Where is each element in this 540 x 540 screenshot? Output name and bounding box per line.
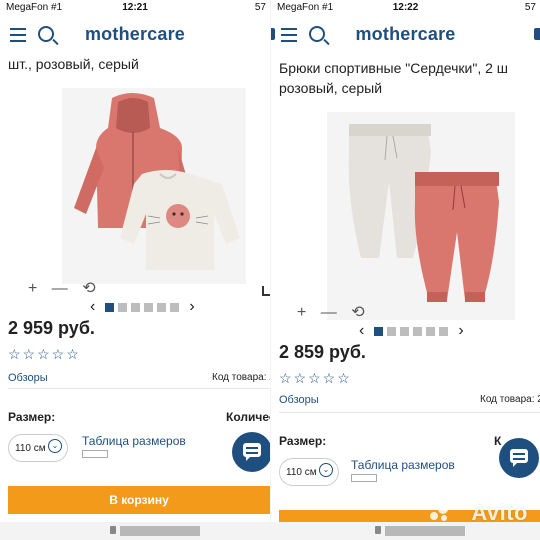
size-label: Размер: (279, 434, 327, 448)
left-screenshot: MegaFon #1 12:21 57 mothercare шт., розо… (0, 0, 270, 540)
status-bar: MegaFon #1 12:21 57 (0, 0, 270, 16)
prev-arrow-icon[interactable]: ‹ (359, 322, 364, 340)
battery-level: 57 (254, 2, 266, 13)
reviews-link[interactable]: Обзоры (8, 372, 48, 384)
status-bar: MegaFon #1 12:22 57 (271, 0, 540, 16)
url-field[interactable] (385, 526, 465, 536)
lock-icon (110, 526, 116, 534)
product-title: шт., розовый, серый (8, 56, 139, 72)
hoodie-set-image (74, 93, 240, 270)
app-header: mothercare (0, 18, 270, 54)
gallery-dot[interactable] (144, 302, 154, 312)
gallery-pager: ‹ › (353, 322, 470, 340)
image-controls: + — ⟲ (297, 302, 375, 322)
size-table-link[interactable]: Таблица размеров (82, 434, 186, 448)
lock-icon (375, 526, 381, 534)
app-header: mothercare (271, 18, 540, 54)
battery-level: 57 (524, 2, 536, 13)
quantity-label: К (494, 434, 502, 448)
clock: 12:22 (392, 2, 419, 13)
image-controls: + — ⟲ (28, 278, 106, 298)
product-photo[interactable] (62, 88, 246, 284)
size-select-value: 110 см (286, 467, 317, 478)
size-table-link[interactable]: Таблица размеров (351, 458, 455, 472)
divider (279, 412, 540, 413)
quantity-label: Количес (226, 410, 270, 424)
price: 2 859 руб. (279, 342, 366, 362)
pants-set-image (348, 124, 499, 302)
right-screenshot: MegaFon #1 12:22 57 mothercare Брюки спо… (271, 0, 540, 540)
chat-icon[interactable] (499, 438, 539, 478)
gallery-dot[interactable] (413, 326, 423, 336)
size-select[interactable]: 110 см ⌄ (279, 458, 339, 486)
divider (8, 388, 270, 389)
rating-stars-icon[interactable]: ☆☆☆☆☆ (8, 346, 81, 363)
gallery-dot[interactable] (105, 302, 115, 312)
rotate-icon[interactable]: ⟲ (351, 304, 364, 321)
brand-logo[interactable]: mothercare (271, 24, 540, 45)
ruler-icon (82, 450, 108, 458)
brand-logo[interactable]: mothercare (0, 24, 270, 45)
product-code: Код товара: 2 (212, 372, 270, 383)
chat-icon[interactable] (232, 432, 270, 472)
avito-watermark: Avito (471, 500, 528, 525)
next-arrow-icon[interactable]: › (189, 298, 194, 316)
zoom-in-icon[interactable]: + (297, 304, 306, 321)
gallery-dot[interactable] (131, 302, 141, 312)
chevron-down-icon: ⌄ (319, 463, 333, 477)
ruler-icon (351, 474, 377, 482)
next-arrow-icon[interactable]: › (458, 322, 463, 340)
expand-icon[interactable] (262, 286, 270, 296)
chevron-down-icon: ⌄ (48, 439, 62, 453)
size-label: Размер: (8, 410, 56, 424)
rotate-icon[interactable]: ⟲ (82, 280, 95, 297)
size-select[interactable]: 110 см ⌄ (8, 434, 68, 462)
avito-logo-icon (430, 504, 448, 522)
zoom-in-icon[interactable]: + (28, 280, 37, 297)
cart-icon[interactable] (534, 28, 540, 40)
gallery-dot[interactable] (426, 326, 436, 336)
size-select-value: 110 см (15, 443, 46, 454)
gallery-dot[interactable] (387, 326, 397, 336)
product-photo[interactable] (327, 112, 515, 320)
browser-address-bar (0, 522, 270, 540)
gallery-dot[interactable] (118, 302, 128, 312)
rating-stars-icon[interactable]: ☆☆☆☆☆ (279, 370, 352, 387)
product-title: Брюки спортивные "Сердечки", 2 ш розовый… (279, 60, 509, 96)
zoom-out-icon[interactable]: — (321, 304, 337, 321)
gallery-dot[interactable] (157, 302, 167, 312)
reviews-link[interactable]: Обзоры (279, 394, 319, 406)
gallery-dot[interactable] (170, 302, 180, 312)
add-to-cart-button[interactable]: В корзину (8, 486, 270, 514)
url-field[interactable] (120, 526, 200, 536)
gallery-dot[interactable] (400, 326, 410, 336)
zoom-out-icon[interactable]: — (52, 280, 68, 297)
gallery-pager: ‹ › (84, 298, 201, 316)
product-code: Код товара: 2 (480, 394, 540, 405)
clock: 12:21 (122, 2, 148, 13)
gallery-dot[interactable] (439, 326, 449, 336)
gallery-dot[interactable] (374, 326, 384, 336)
price: 2 959 руб. (8, 318, 95, 338)
prev-arrow-icon[interactable]: ‹ (90, 298, 95, 316)
